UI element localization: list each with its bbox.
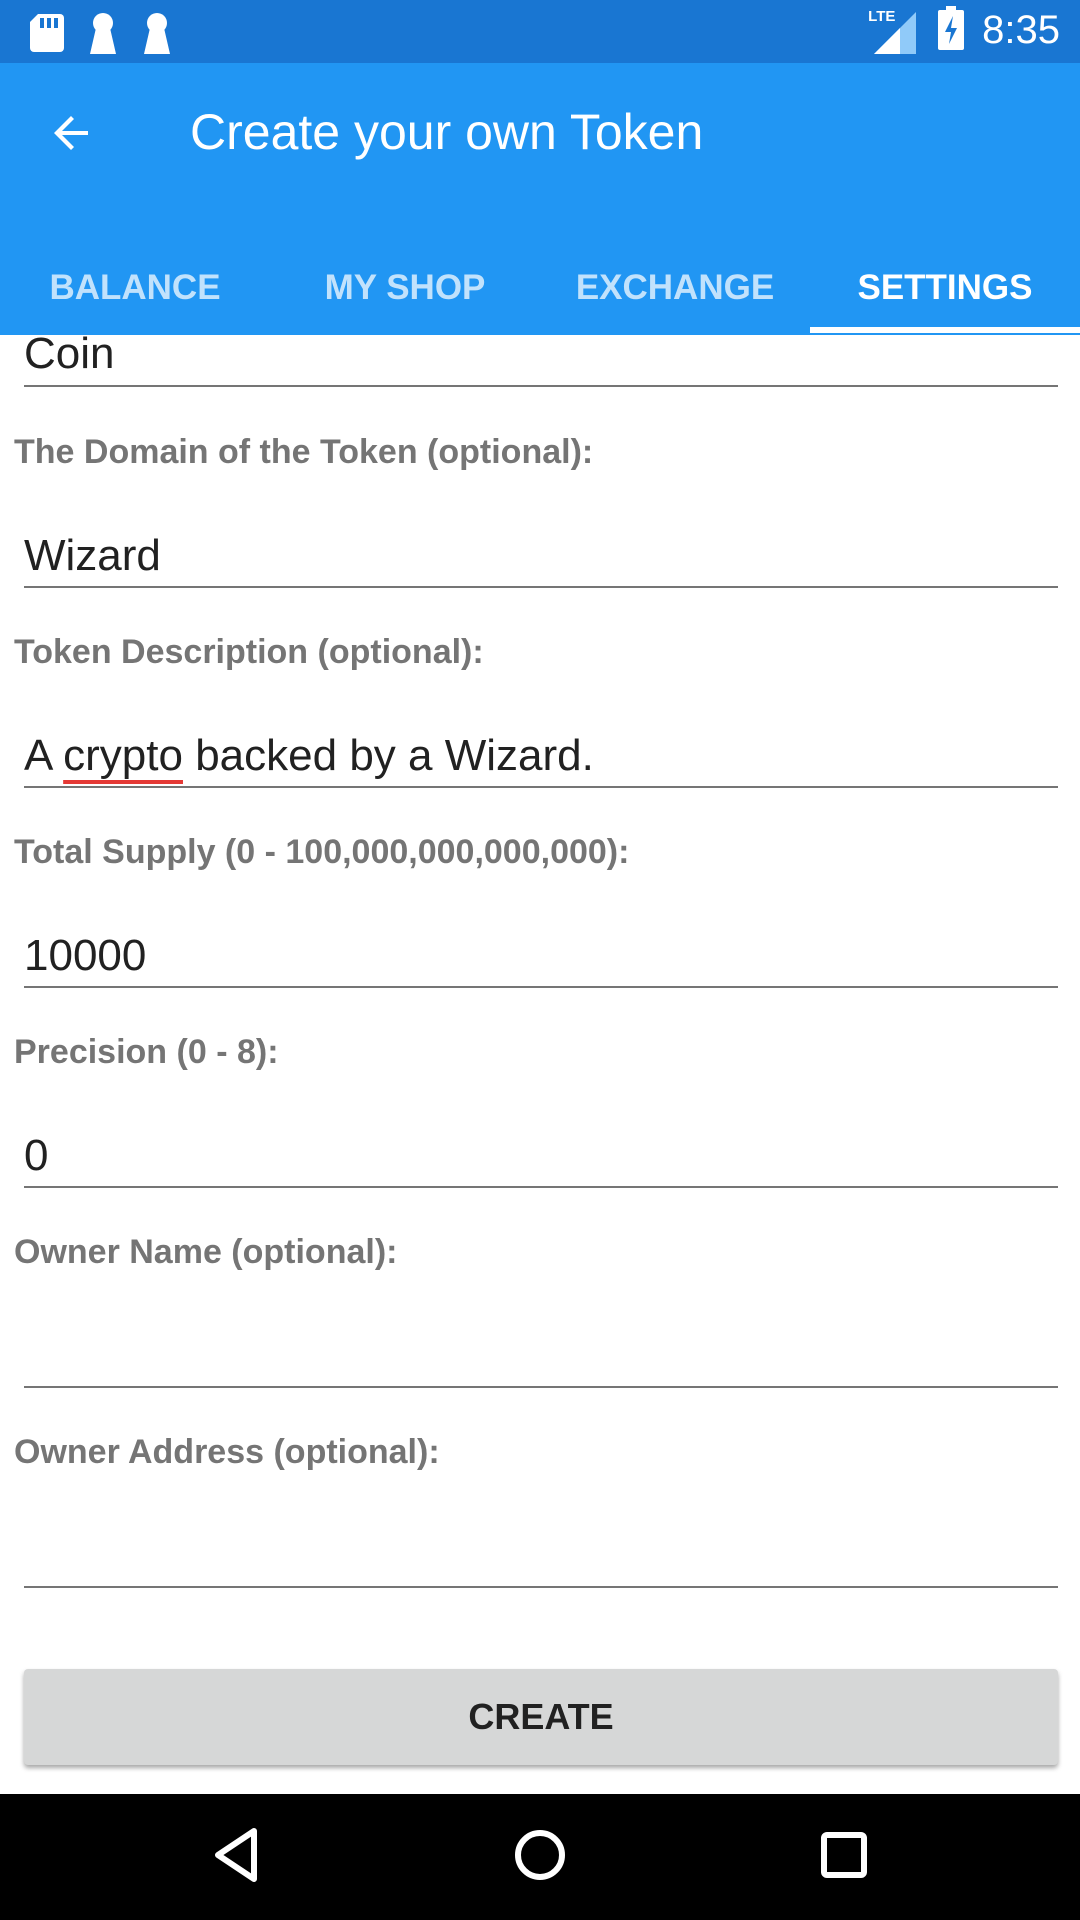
supply-value: 10000	[24, 931, 147, 980]
notification-icons	[30, 12, 172, 59]
owner-address-label: Owner Address (optional):	[14, 1433, 440, 1471]
description-label: Token Description (optional):	[14, 633, 484, 671]
owner-name-input[interactable]	[24, 1326, 1058, 1388]
precision-label: Precision (0 - 8):	[14, 1033, 279, 1071]
misspelled-word[interactable]: crypto	[63, 731, 183, 780]
owner-address-input[interactable]	[24, 1526, 1058, 1588]
tab-my-shop[interactable]: MY SHOP	[270, 248, 540, 335]
domain-label: The Domain of the Token (optional):	[14, 433, 594, 471]
precision-value: 0	[24, 1131, 49, 1180]
domain-input[interactable]: Wizard	[24, 526, 1058, 588]
token-name-input[interactable]: Coin	[24, 335, 1058, 387]
nav-home-button[interactable]	[504, 1821, 576, 1893]
owner-name-label: Owner Name (optional):	[14, 1233, 398, 1271]
domain-value: Wizard	[24, 531, 161, 580]
clock: 8:35	[982, 8, 1060, 52]
supply-label: Total Supply (0 - 100,000,000,000,000):	[14, 833, 630, 871]
circle-home-icon	[513, 1828, 567, 1887]
square-recents-icon	[819, 1830, 869, 1885]
create-button[interactable]: CREATE	[24, 1669, 1058, 1765]
system-nav-bar	[0, 1794, 1080, 1920]
sd-card-icon	[30, 14, 64, 57]
keyhole-icon	[142, 12, 172, 59]
description-input[interactable]: A crypto backed by a Wizard.	[24, 726, 1058, 788]
supply-input[interactable]: 10000	[24, 926, 1058, 988]
tab-settings[interactable]: SETTINGS	[810, 248, 1080, 335]
back-button[interactable]	[44, 107, 100, 163]
token-form: Coin The Domain of the Token (optional):…	[0, 335, 1080, 1795]
page-title: Create your own Token	[190, 104, 704, 160]
status-bar: LTE 8:35	[0, 0, 1080, 63]
signal-icon: LTE	[868, 7, 920, 54]
description-value: A crypto backed by a Wizard.	[24, 731, 594, 780]
battery-charging-icon	[938, 6, 965, 55]
tab-balance[interactable]: BALANCE	[0, 248, 270, 335]
token-name-value: Coin	[24, 335, 115, 378]
network-type-label: LTE	[868, 7, 896, 25]
triangle-back-icon	[212, 1827, 260, 1888]
precision-input[interactable]: 0	[24, 1126, 1058, 1188]
app-bar: Create your own Token BALANCE MY SHOP EX…	[0, 63, 1080, 335]
arrow-left-icon	[48, 109, 96, 162]
nav-back-button[interactable]	[200, 1821, 272, 1893]
tab-exchange[interactable]: EXCHANGE	[540, 248, 810, 335]
keyhole-icon	[88, 12, 118, 59]
system-status-icons: LTE 8:35	[868, 6, 1060, 55]
tab-bar: BALANCE MY SHOP EXCHANGE SETTINGS	[0, 248, 1080, 335]
nav-recents-button[interactable]	[808, 1821, 880, 1893]
